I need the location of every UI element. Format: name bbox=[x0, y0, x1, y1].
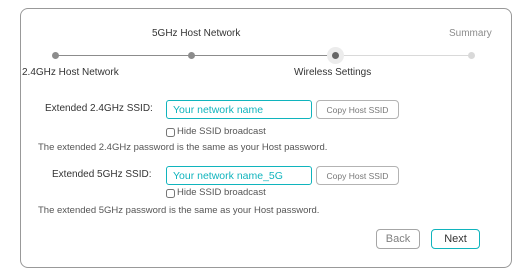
step-label-24ghz: 2.4GHz Host Network bbox=[22, 67, 119, 78]
hide-ssid-5ghz-label: Hide SSID broadcast bbox=[177, 187, 266, 198]
back-button[interactable]: Back bbox=[376, 229, 420, 249]
step-dot-wireless-settings-inner bbox=[332, 52, 339, 59]
hide-ssid-24ghz-checkbox[interactable] bbox=[166, 128, 175, 137]
ssid-24ghz-input[interactable] bbox=[166, 100, 312, 119]
step-dot-24ghz bbox=[52, 52, 59, 59]
ssid-24ghz-label: Extended 2.4GHz SSID: bbox=[45, 103, 153, 114]
progress-line-pending bbox=[336, 55, 472, 56]
step-dot-summary bbox=[468, 52, 475, 59]
step-label-summary: Summary bbox=[449, 28, 492, 39]
copy-host-ssid-24ghz-button[interactable]: Copy Host SSID bbox=[316, 100, 399, 119]
step-dot-5ghz bbox=[188, 52, 195, 59]
ssid-5ghz-label: Extended 5GHz SSID: bbox=[52, 169, 152, 180]
hide-ssid-5ghz-checkbox[interactable] bbox=[166, 189, 175, 198]
password-note-5ghz: The extended 5GHz password is the same a… bbox=[38, 205, 320, 216]
step-label-5ghz: 5GHz Host Network bbox=[152, 28, 241, 39]
next-button[interactable]: Next bbox=[431, 229, 480, 249]
copy-host-ssid-5ghz-button[interactable]: Copy Host SSID bbox=[316, 166, 399, 185]
hide-ssid-24ghz-label: Hide SSID broadcast bbox=[177, 126, 266, 137]
step-label-wireless-settings: Wireless Settings bbox=[294, 67, 372, 78]
password-note-24ghz: The extended 2.4GHz password is the same… bbox=[38, 142, 328, 153]
ssid-5ghz-input[interactable] bbox=[166, 166, 312, 185]
